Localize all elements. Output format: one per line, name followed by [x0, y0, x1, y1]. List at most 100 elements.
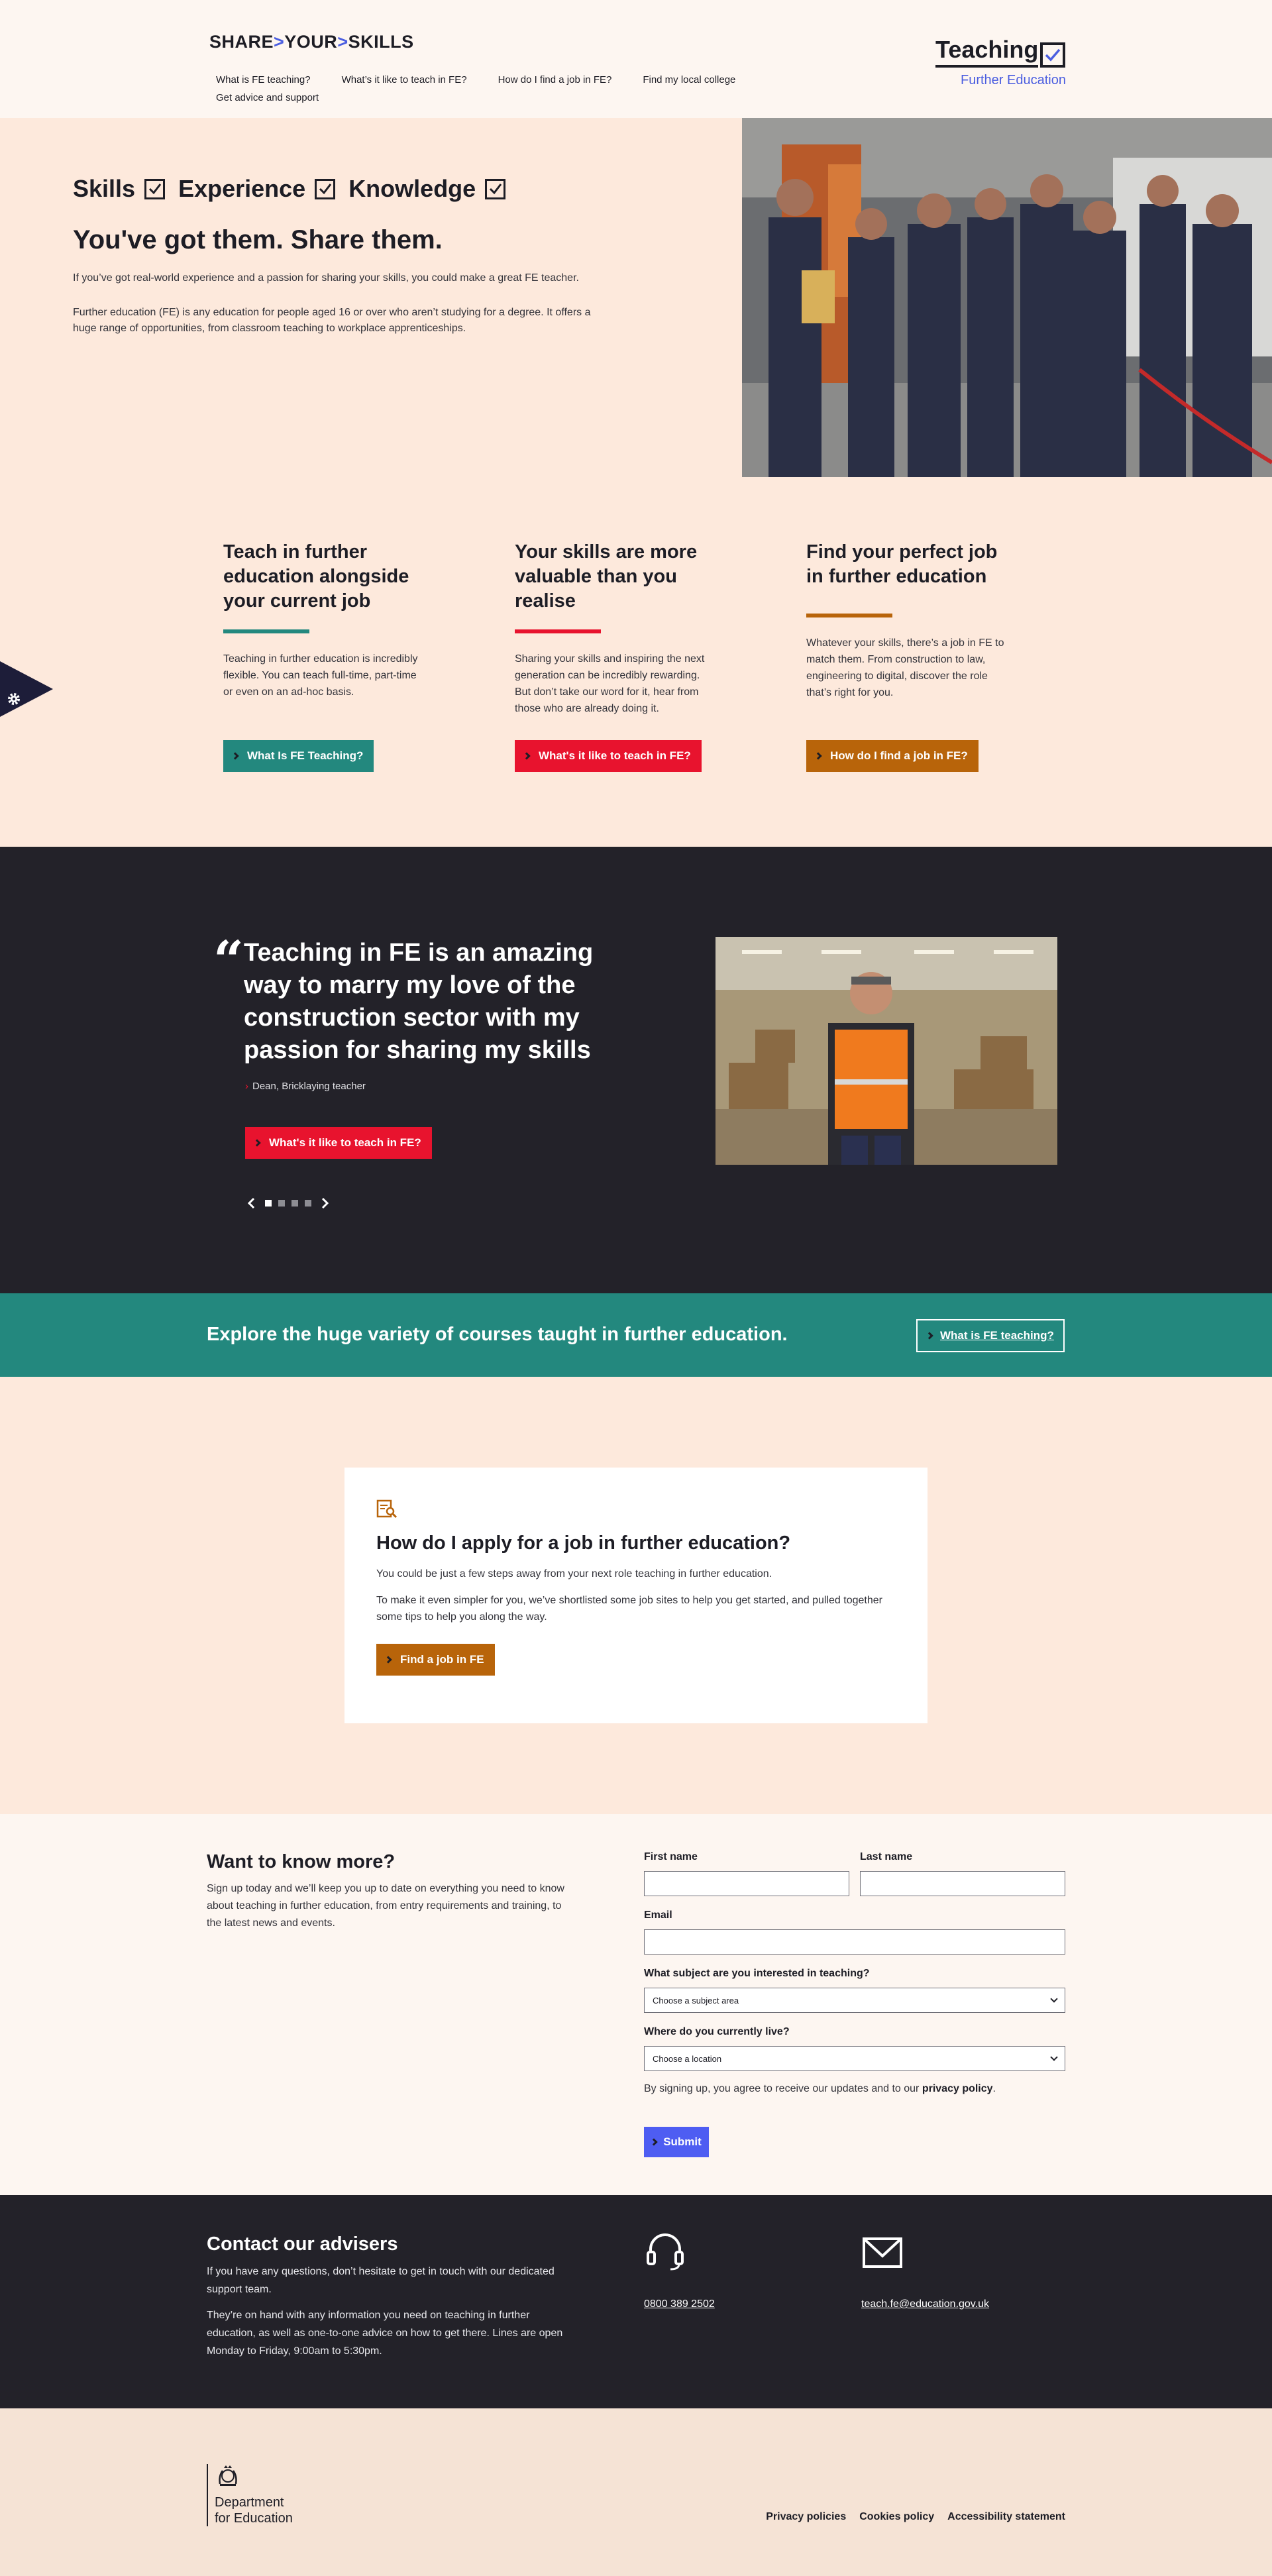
submit-button[interactable]: Submit	[644, 2127, 709, 2157]
site-footer: Department for Education Privacy policie…	[0, 2408, 1272, 2576]
chevron-down-icon	[1050, 2053, 1058, 2061]
privacy-policy-link[interactable]: privacy policy	[922, 2083, 993, 2094]
last-name-field[interactable]	[860, 1871, 1065, 1896]
location-select[interactable]: Choose a location	[644, 2046, 1065, 2071]
cookie-settings-tab[interactable]	[0, 661, 53, 717]
first-name-field[interactable]	[644, 1871, 849, 1896]
gear-icon[interactable]	[5, 690, 23, 708]
document-search-icon	[376, 1499, 398, 1519]
subject-select[interactable]: Choose a subject area	[644, 1988, 1065, 2013]
column-text: Whatever your skills, there’s a job in F…	[806, 637, 1004, 698]
subject-label: What subject are you interested in teach…	[644, 1968, 870, 1979]
skill-item: Knowledge	[348, 175, 506, 203]
column-text: Sharing your skills and inspiring the ne…	[515, 653, 705, 714]
quote-icon: “	[213, 929, 244, 991]
column-valuable: Your skills are more valuable than you r…	[515, 540, 714, 717]
testimonial-author: › Dean, Bricklaying teacher	[245, 1081, 366, 1092]
carousel-dot[interactable]	[265, 1200, 272, 1207]
first-name-label: First name	[644, 1851, 698, 1862]
chevron-right-icon	[384, 1656, 392, 1664]
testimonial-whats-it-like-button[interactable]: What's it like to teach in FE?	[245, 1127, 432, 1159]
logo-chevron-icon: >	[337, 32, 348, 52]
skills-row: Skills Experience Knowledge	[73, 175, 506, 203]
nav-local-college[interactable]: Find my local college	[637, 74, 741, 85]
chevron-right-icon: ›	[245, 1081, 248, 1092]
nav-advice-support[interactable]: Get advice and support	[211, 92, 325, 103]
nav-what-is-fe-teaching[interactable]: What is FE teaching?	[211, 74, 317, 85]
column-rule	[515, 629, 601, 633]
signup-heading: Want to know more?	[207, 1851, 396, 1872]
signup-section: Want to know more? Sign up today and we’…	[0, 1814, 1272, 2195]
carousel-dot[interactable]	[305, 1200, 311, 1207]
apply-text-1: You could be just a few steps away from …	[376, 1568, 772, 1580]
main-nav: What is FE teaching? What’s it like to t…	[211, 74, 780, 103]
info-columns: Teach in further education alongside you…	[0, 477, 1272, 847]
checkbox-icon	[315, 178, 336, 199]
contact-text-2: They’re on hand with any information you…	[207, 2310, 563, 2357]
column-title: Your skills are more valuable than you r…	[515, 541, 698, 612]
carousel-controls	[245, 1197, 331, 1210]
column-rule	[223, 629, 309, 633]
hero-heading: You've got them. Share them.	[73, 225, 443, 254]
envelope-icon	[863, 2237, 902, 2268]
checkbox-icon	[144, 178, 166, 199]
hero-description: Further education (FE) is any education …	[73, 307, 591, 334]
apply-section: How do I apply for a job in further educ…	[0, 1377, 1272, 1814]
find-a-job-button[interactable]: Find a job in FE	[376, 1644, 495, 1676]
brand-subtitle: Further Education	[961, 73, 1066, 87]
carousel-dot[interactable]	[278, 1200, 285, 1207]
share-your-skills-logo[interactable]: SHARE>YOUR>SKILLS	[209, 32, 414, 52]
nav-find-job[interactable]: How do I find a job in FE?	[493, 74, 618, 85]
email-label: Email	[644, 1909, 672, 1921]
column-flexible: Teach in further education alongside you…	[223, 540, 422, 700]
explore-what-is-fe-button[interactable]: What is FE teaching?	[916, 1319, 1065, 1352]
find-job-button[interactable]: How do I find a job in FE?	[806, 740, 979, 772]
whats-it-like-button[interactable]: What's it like to teach in FE?	[515, 740, 702, 772]
email-link[interactable]: teach.fe@education.gov.uk	[861, 2298, 989, 2310]
chevron-right-icon	[523, 752, 531, 760]
explore-courses-banner: Explore the huge variety of courses taug…	[0, 1293, 1272, 1377]
chevron-right-icon	[650, 2138, 658, 2146]
accessibility-statement-link[interactable]: Accessibility statement	[947, 2511, 1065, 2523]
checkbox-icon	[1040, 42, 1065, 68]
checkbox-icon	[485, 178, 506, 199]
apply-card: How do I apply for a job in further educ…	[344, 1468, 928, 1723]
brand-title: Teaching	[935, 36, 1039, 68]
testimonial-quote: Teaching in FE is an amazing way to marr…	[244, 939, 594, 1064]
column-text: Teaching in further education is incredi…	[223, 653, 418, 698]
email-field[interactable]	[644, 1929, 1065, 1955]
carousel-next-icon[interactable]	[318, 1197, 331, 1210]
contact-heading: Contact our advisers	[207, 2233, 398, 2255]
phone-link[interactable]: 0800 389 2502	[644, 2298, 715, 2310]
apply-text-2: To make it even simpler for you, we’ve s…	[376, 1595, 882, 1623]
column-title: Teach in further education alongside you…	[223, 541, 409, 612]
carousel-prev-icon[interactable]	[245, 1197, 258, 1210]
chevron-right-icon	[253, 1139, 261, 1147]
explore-text: Explore the huge variety of courses taug…	[207, 1324, 788, 1345]
what-is-fe-teaching-button[interactable]: What Is FE Teaching?	[223, 740, 374, 772]
site-header: SHARE>YOUR>SKILLS What is FE teaching? W…	[0, 0, 1272, 118]
department-for-education-logo[interactable]: Department for Education	[207, 2464, 293, 2526]
contact-section: Contact our advisers If you have any que…	[0, 2195, 1272, 2408]
hero-intro: If you’ve got real-world experience and …	[73, 272, 579, 284]
cookies-policy-link[interactable]: Cookies policy	[859, 2511, 934, 2523]
nav-whats-it-like[interactable]: What’s it like to teach in FE?	[337, 74, 473, 85]
column-find-job: Find your perfect job in further educati…	[806, 540, 1005, 701]
column-title: Find your perfect job in further educati…	[806, 541, 998, 587]
last-name-label: Last name	[860, 1851, 913, 1862]
skill-item: Experience	[178, 175, 336, 203]
testimonial-photo-dean	[716, 937, 1057, 1165]
teaching-fe-logo[interactable]: Teaching Further Education	[935, 36, 1066, 87]
hero-photo-apprentices	[742, 118, 1272, 477]
logo-chevron-icon: >	[274, 32, 285, 52]
hero-section: Skills Experience Knowledge You've got t…	[0, 118, 1272, 477]
apply-heading: How do I apply for a job in further educ…	[376, 1532, 791, 1554]
skill-item: Skills	[73, 175, 166, 203]
footer-links: Privacy policies Cookies policy Accessib…	[766, 2511, 1065, 2523]
privacy-consent-text: By signing up, you agree to receive our …	[644, 2083, 996, 2094]
testimonial-carousel: “ Teaching in FE is an amazing way to ma…	[0, 847, 1272, 1293]
privacy-policies-link[interactable]: Privacy policies	[766, 2511, 846, 2523]
carousel-dot[interactable]	[292, 1200, 298, 1207]
chevron-down-icon	[1050, 1995, 1058, 2003]
column-rule	[806, 614, 892, 617]
